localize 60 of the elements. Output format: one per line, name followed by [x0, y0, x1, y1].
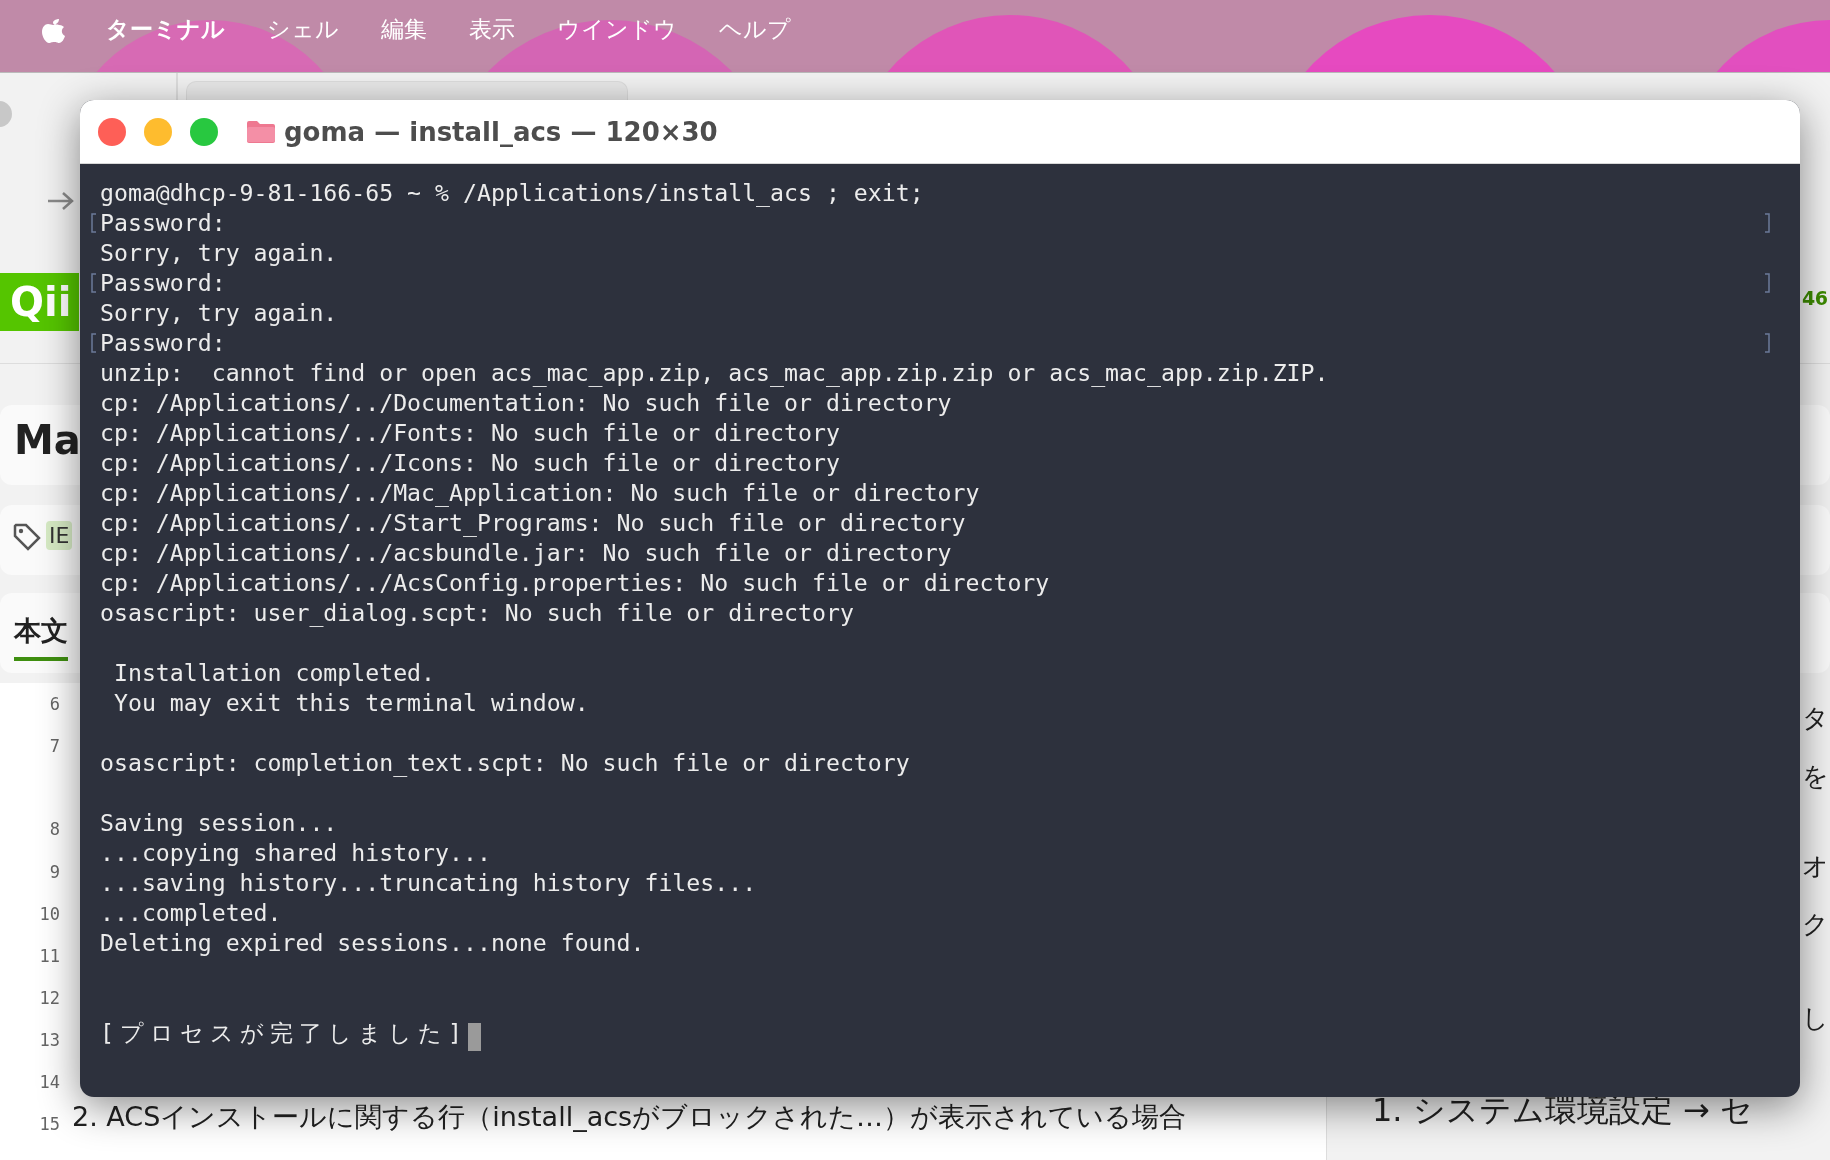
- terminal-line: ...saving history...truncating history files...: [100, 869, 757, 896]
- preview-text: ク: [1802, 908, 1829, 941]
- line-number: 15: [38, 1114, 60, 1134]
- menu-item[interactable]: ウインドウ: [557, 13, 677, 45]
- terminal-line: Deleting expired sessions...none found.: [100, 929, 645, 956]
- menu-item[interactable]: ターミナル: [106, 13, 225, 45]
- text-cursor: [467, 1022, 481, 1051]
- menu-item[interactable]: 表示: [469, 13, 515, 45]
- line-number: 10: [38, 904, 60, 924]
- count-label: 46: [1802, 287, 1828, 309]
- menu-item[interactable]: シェル: [267, 13, 339, 45]
- line-number: 7: [48, 736, 60, 756]
- terminal-line: Sorry, try again.: [100, 239, 338, 266]
- line-number: 6: [48, 694, 60, 714]
- editor-line: 2. ACSインストールに関する行（install_acsがブロックされた…）が表示されている場合: [72, 1100, 1187, 1134]
- article-title: Ma: [14, 417, 81, 463]
- folder-icon: [246, 119, 276, 144]
- preview-text: を: [1802, 760, 1829, 793]
- preview-text: し: [1802, 1002, 1829, 1035]
- terminal-line: cp: /Applications/../Documentation: No such file or directory: [100, 389, 952, 416]
- terminal-line: ...completed.: [100, 899, 282, 926]
- terminal-line: osascript: completion_text.scpt: No such file or directory: [100, 749, 910, 776]
- terminal-line: osascript: user_dialog.scpt: No such file or directory: [100, 599, 854, 626]
- editor-tab[interactable]: 本文: [14, 613, 68, 661]
- line-number: 12: [38, 988, 60, 1008]
- terminal-line: unzip: cannot find or open acs_mac_app.zip, acs_mac_app.zip.zip or acs_mac_app.zip.ZIP.: [100, 359, 1329, 386]
- terminal-line: Sorry, try again.: [100, 299, 338, 326]
- site-logo[interactable]: Qii: [0, 273, 79, 331]
- forward-arrow-icon[interactable]: [46, 190, 76, 212]
- terminal-line: [プロセスが完了しました]: [100, 1019, 468, 1046]
- terminal-line: Installation completed.: [112, 659, 436, 686]
- terminal-line: cp: /Applications/../acsbundle.jar: No such file or directory: [100, 539, 952, 566]
- terminal-line: You may exit this terminal window.: [112, 689, 589, 716]
- tag-icon: [12, 522, 42, 552]
- terminal-line: Password:: [100, 329, 226, 356]
- terminal-line: goma@dhcp-9-81-166-65 ~ % /Applications/install_acs ; exit;: [100, 179, 924, 206]
- zoom-button[interactable]: [190, 117, 218, 146]
- browser-tab[interactable]: [186, 81, 628, 101]
- line-number: 11: [38, 946, 60, 966]
- terminal-line: Password:: [100, 209, 226, 236]
- line-number: 9: [48, 862, 60, 882]
- minimize-button[interactable]: [144, 117, 172, 146]
- line-number: 14: [38, 1072, 60, 1092]
- terminal-line: Password:: [100, 269, 226, 296]
- terminal-line: cp: /Applications/../Start_Programs: No such file or directory: [100, 509, 966, 536]
- terminal-line: cp: /Applications/../Icons: No such file or directory: [100, 449, 840, 476]
- preview-text: タ: [1802, 702, 1829, 735]
- menu-item[interactable]: 編集: [381, 13, 427, 45]
- preview-text: オ: [1802, 850, 1829, 883]
- terminal-line: cp: /Applications/../Mac_Application: No such file or directory: [100, 479, 980, 506]
- terminal-line: ...copying shared history...: [100, 839, 491, 866]
- line-number: 13: [38, 1030, 60, 1050]
- menu-item[interactable]: ヘルプ: [719, 13, 791, 45]
- terminal-line: Saving session...: [100, 809, 338, 836]
- terminal-line: cp: /Applications/../Fonts: No such file or directory: [100, 419, 840, 446]
- close-button[interactable]: [98, 117, 126, 146]
- tag-chip[interactable]: IE: [46, 521, 73, 550]
- terminal-line: cp: /Applications/../AcsConfig.properties: No such file or directory: [100, 569, 1050, 596]
- window-title: goma — install_acs — 120×30: [284, 116, 718, 147]
- line-number: 8: [48, 819, 60, 839]
